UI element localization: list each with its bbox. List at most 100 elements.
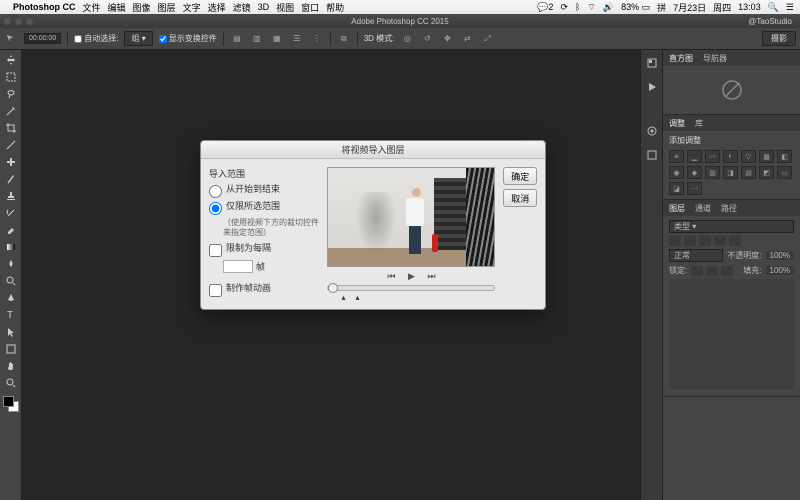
adj-gradient-map-icon[interactable]: ▭ xyxy=(777,166,792,179)
wifi-icon[interactable]: ⌔ xyxy=(587,2,595,13)
filter-type-icon[interactable] xyxy=(699,236,711,246)
pen-tool-icon[interactable] xyxy=(2,290,20,306)
tab-paths[interactable]: 路径 xyxy=(721,203,737,214)
menu-3d[interactable]: 3D xyxy=(258,2,270,12)
wechat-icon[interactable]: 💬2 xyxy=(537,2,553,13)
scrubber[interactable] xyxy=(327,285,495,291)
scale-3d-icon[interactable]: ⤢ xyxy=(480,32,494,46)
traffic-lights[interactable] xyxy=(4,18,33,25)
orbit-3d-icon[interactable]: ◎ xyxy=(400,32,414,46)
color-swatch[interactable] xyxy=(3,396,19,412)
limit-frames-input[interactable] xyxy=(223,260,253,273)
show-transform-checkbox[interactable]: 显示变换控件 xyxy=(159,33,217,44)
lock-pixels-icon[interactable] xyxy=(691,266,703,276)
range-in-marker-icon[interactable]: ▴ xyxy=(341,293,345,302)
wand-tool-icon[interactable] xyxy=(2,103,20,119)
adj-selective-color-icon[interactable]: ◪ xyxy=(669,182,684,195)
tab-histogram[interactable]: 直方图 xyxy=(669,53,693,64)
tab-adjustments[interactable]: 调整 xyxy=(669,118,685,129)
tab-layers[interactable]: 图层 xyxy=(669,203,685,214)
pan-3d-icon[interactable]: ✥ xyxy=(440,32,454,46)
distribute-h-icon[interactable]: ☰ xyxy=(290,32,304,46)
lasso-tool-icon[interactable] xyxy=(2,86,20,102)
autoselect-checkbox[interactable]: 自动选择: xyxy=(74,33,118,44)
blur-tool-icon[interactable] xyxy=(2,256,20,272)
arrange-icon[interactable]: ⧉ xyxy=(337,32,351,46)
info-panel-icon[interactable] xyxy=(645,148,659,162)
marquee-tool-icon[interactable] xyxy=(2,69,20,85)
make-frame-anim-checkbox[interactable]: 制作帧动画 xyxy=(209,283,319,297)
scrubber-thumb[interactable] xyxy=(328,283,338,293)
history-panel-icon[interactable] xyxy=(645,56,659,70)
align-left-icon[interactable]: ▤ xyxy=(230,32,244,46)
adj-bw-icon[interactable]: ◧ xyxy=(777,150,792,163)
prev-frame-button[interactable]: ⏮ xyxy=(386,271,396,281)
lock-position-icon[interactable] xyxy=(706,266,718,276)
spotlight-icon[interactable]: 🔍 xyxy=(768,2,779,13)
filter-pixel-icon[interactable] xyxy=(669,236,681,246)
adj-invert-icon[interactable]: ◨ xyxy=(723,166,738,179)
bluetooth-icon[interactable]: ᛒ xyxy=(575,2,580,12)
adj-channel-mixer-icon[interactable]: ◆ xyxy=(687,166,702,179)
filter-smart-icon[interactable] xyxy=(729,236,741,246)
crop-tool-icon[interactable] xyxy=(2,120,20,136)
filter-shape-icon[interactable] xyxy=(714,236,726,246)
move-tool-icon[interactable] xyxy=(2,52,20,68)
adj-vibrance-icon[interactable]: ▽ xyxy=(741,150,756,163)
slide-3d-icon[interactable]: ⇄ xyxy=(460,32,474,46)
sync-icon[interactable]: ⟳ xyxy=(560,2,568,13)
dodge-tool-icon[interactable] xyxy=(2,273,20,289)
lock-all-icon[interactable] xyxy=(721,266,733,276)
eraser-tool-icon[interactable] xyxy=(2,222,20,238)
fill-value[interactable]: 100% xyxy=(766,266,794,275)
stamp-tool-icon[interactable] xyxy=(2,188,20,204)
play-button[interactable]: ▶ xyxy=(406,271,416,281)
blend-mode-dropdown[interactable]: 正常 xyxy=(669,249,723,262)
opacity-value[interactable]: 100% xyxy=(766,251,794,260)
adj-photo-filter-icon[interactable]: ◉ xyxy=(669,166,684,179)
adj-more-icon[interactable]: ⋯ xyxy=(687,182,702,195)
heal-tool-icon[interactable] xyxy=(2,154,20,170)
align-right-icon[interactable]: ▦ xyxy=(270,32,284,46)
adj-posterize-icon[interactable]: ▤ xyxy=(741,166,756,179)
adj-brightness-icon[interactable]: ☀ xyxy=(669,150,684,163)
adj-color-lookup-icon[interactable]: ▥ xyxy=(705,166,720,179)
autoselect-dropdown[interactable]: 组 ▾ xyxy=(124,31,152,46)
properties-panel-icon[interactable] xyxy=(645,124,659,138)
adj-levels-icon[interactable]: ▁ xyxy=(687,150,702,163)
zoom-tool-icon[interactable] xyxy=(2,375,20,391)
menu-help[interactable]: 帮助 xyxy=(326,1,344,14)
menu-image[interactable]: 图像 xyxy=(133,1,151,14)
adj-threshold-icon[interactable]: ◩ xyxy=(759,166,774,179)
roll-3d-icon[interactable]: ↺ xyxy=(420,32,434,46)
hand-tool-icon[interactable] xyxy=(2,358,20,374)
ime-indicator[interactable]: 拼 xyxy=(657,1,666,14)
limit-frames-checkbox[interactable]: 限制为每隔 xyxy=(209,243,319,257)
menu-view[interactable]: 视图 xyxy=(276,1,294,14)
adj-exposure-icon[interactable]: ◐ xyxy=(723,150,738,163)
move-tool-indicator-icon[interactable] xyxy=(4,32,18,46)
tab-channels[interactable]: 通道 xyxy=(695,203,711,214)
align-center-icon[interactable]: ▥ xyxy=(250,32,264,46)
workspace-switcher[interactable]: 摄影 xyxy=(762,31,796,46)
menu-window[interactable]: 窗口 xyxy=(301,1,319,14)
actions-panel-icon[interactable] xyxy=(645,80,659,94)
adj-hue-icon[interactable]: ▦ xyxy=(759,150,774,163)
battery-status[interactable]: 83% ▭ xyxy=(621,2,650,13)
radio-selected-range[interactable]: 仅限所选范围 xyxy=(209,201,319,215)
filter-adjust-icon[interactable] xyxy=(684,236,696,246)
menu-file[interactable]: 文件 xyxy=(83,1,101,14)
app-name[interactable]: Photoshop CC xyxy=(13,2,76,12)
distribute-v-icon[interactable]: ⋮ xyxy=(310,32,324,46)
path-select-tool-icon[interactable] xyxy=(2,324,20,340)
cancel-button[interactable]: 取消 xyxy=(503,189,537,207)
gradient-tool-icon[interactable] xyxy=(2,239,20,255)
adj-curves-icon[interactable]: 〰 xyxy=(705,150,720,163)
menu-layer[interactable]: 图层 xyxy=(158,1,176,14)
range-out-marker-icon[interactable]: ▴ xyxy=(355,293,359,302)
next-frame-button[interactable]: ⏭ xyxy=(426,271,436,281)
menu-select[interactable]: 选择 xyxy=(208,1,226,14)
tab-navigator[interactable]: 导航器 xyxy=(703,53,727,64)
type-tool-icon[interactable]: T xyxy=(2,307,20,323)
menu-type[interactable]: 文字 xyxy=(183,1,201,14)
